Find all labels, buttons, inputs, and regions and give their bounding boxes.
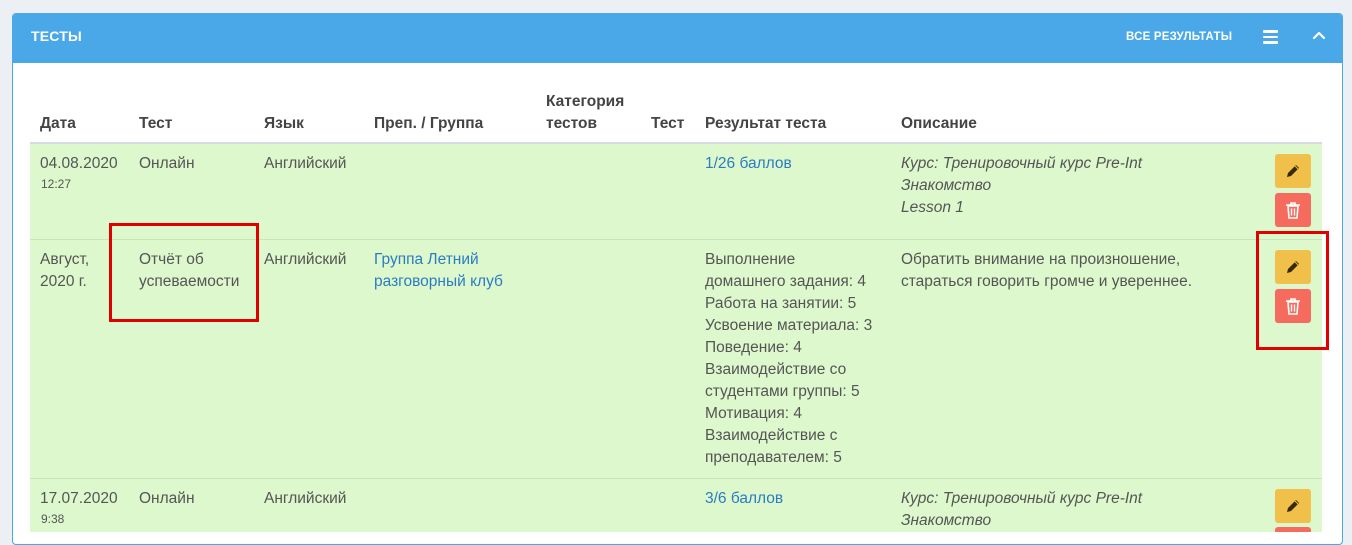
highlight-box-actions (1256, 231, 1329, 350)
row-group-link[interactable]: Группа Летний (374, 249, 479, 271)
row-test-type: Онлайн (139, 155, 195, 172)
row-result-line: Выполнение (705, 251, 796, 268)
row-result-line: Мотивация: 4 (705, 405, 802, 422)
highlight-box-test-type (109, 223, 259, 322)
col-header-date: Дата (40, 115, 76, 132)
row-description-line: стараться говорить громче и увереннее. (901, 273, 1193, 290)
row-result-line: Поведение: 4 (705, 339, 802, 356)
col-header-category-line2: тестов (546, 115, 598, 132)
row-result-line: домашнего задания: 4 (705, 273, 867, 290)
row-result-line: Взаимодействие с (705, 427, 838, 444)
row-result-line: Усвоение материала: 3 (705, 317, 873, 334)
row-group-link[interactable]: разговорный клуб (374, 271, 503, 293)
edit-button[interactable] (1275, 154, 1311, 188)
all-results-link[interactable]: ВСЕ РЕЗУЛЬТАТЫ (1126, 31, 1232, 43)
panel-title: ТЕСТЫ (31, 28, 82, 44)
col-header-category-line1: Категория (546, 93, 625, 110)
row-date-line: Август, (40, 251, 90, 268)
row-date-line: 2020 г. (40, 273, 87, 290)
row-language: Английский (264, 155, 347, 172)
row-date: 17.07.2020 (40, 490, 118, 507)
delete-button[interactable] (1275, 527, 1311, 532)
delete-button[interactable] (1275, 193, 1311, 227)
row-time: 12:27 (41, 177, 72, 191)
col-header-language: Язык (264, 115, 304, 132)
row-description-line: Курс: Тренировочный курс Pre-Int (901, 490, 1143, 507)
col-header-result: Результат теста (705, 115, 827, 132)
col-header-test: Тест (139, 115, 173, 132)
row-language: Английский (264, 490, 347, 507)
row-test-type: Онлайн (139, 490, 195, 507)
row-result-line: преподавателем: 5 (705, 449, 842, 466)
pencil-icon (1287, 165, 1299, 177)
row-description-line: Знакомство (901, 177, 992, 194)
row-description-line: Lesson 1 (901, 199, 964, 216)
row-time: 9:38 (41, 512, 65, 526)
row-result-line: Взаимодействие со (705, 361, 847, 378)
col-header-test2: Тест (651, 115, 685, 132)
col-header-description: Описание (901, 115, 977, 132)
row-result-line: Работа на занятии: 5 (705, 295, 857, 312)
col-header-teacher-group: Преп. / Группа (374, 115, 484, 132)
row-result-link[interactable]: 1/26 баллов (705, 153, 792, 175)
edit-button[interactable] (1275, 489, 1311, 523)
pencil-icon (1287, 500, 1299, 512)
row-language: Английский (264, 251, 347, 268)
row-result-link[interactable]: 3/6 баллов (705, 488, 783, 510)
chevron-up-icon[interactable] (1312, 28, 1326, 42)
row-description-line: Знакомство (901, 512, 992, 529)
row-date: 04.08.2020 (40, 155, 118, 172)
panel-header: ТЕСТЫ ВСЕ РЕЗУЛЬТАТЫ (13, 14, 1342, 63)
row-description-line: Курс: Тренировочный курс Pre-Int (901, 155, 1143, 172)
row-result-line: студентами группы: 5 (705, 383, 860, 400)
row-description-line: Обратить внимание на произношение, (901, 251, 1181, 268)
hamburger-menu-icon[interactable] (1263, 30, 1278, 44)
trash-icon (1286, 202, 1300, 219)
